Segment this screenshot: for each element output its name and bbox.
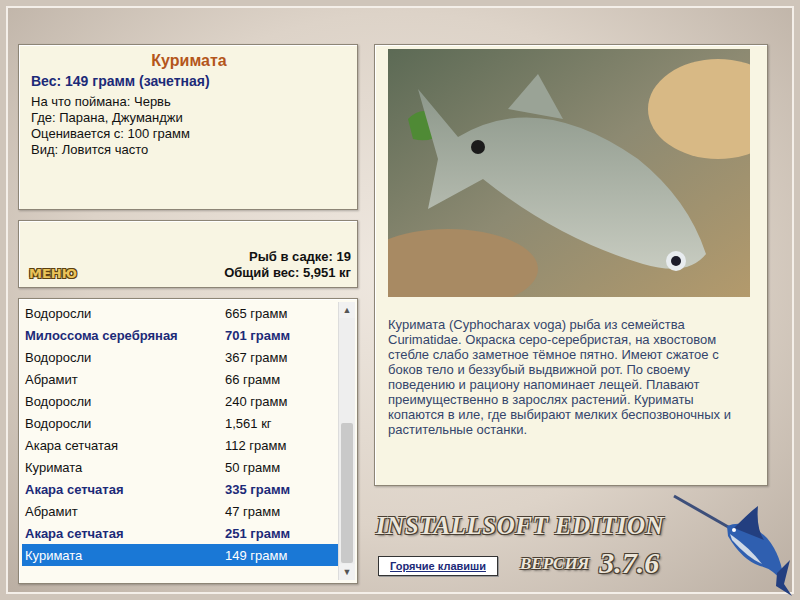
catch-row[interactable]: Абрамит47 грамм xyxy=(22,500,338,522)
catch-weight: 47 грамм xyxy=(225,504,338,519)
catch-name: Водоросли xyxy=(22,350,225,365)
fish-photo xyxy=(388,49,750,297)
catch-row[interactable]: Акара сетчатая112 грамм xyxy=(22,434,338,456)
catch-weight: 50 грамм xyxy=(225,460,338,475)
marlin-icon xyxy=(672,488,792,598)
fish-description: Куримата (Cyphocharax voga) рыба из семе… xyxy=(388,317,753,437)
catch-weight: 1,561 кг xyxy=(225,416,338,431)
fish-photo-icon xyxy=(388,49,750,297)
catch-row[interactable]: Водоросли665 грамм xyxy=(22,302,338,324)
brand-column: INSTALLSOFT EDITION Горячие клавиши ВЕРСИЯ… xyxy=(374,486,672,600)
catch-row[interactable]: Акара сетчатая251 грамм xyxy=(22,522,338,544)
keepnet-panel: МЕНЮ Рыб в садке: 19Общий вес: 5,951 кг xyxy=(18,220,358,288)
catch-weight: 335 грамм xyxy=(225,482,338,497)
right-column: Куримата (Cyphocharax voga) рыба из семе… xyxy=(374,44,768,600)
fish-detail: Вид: Ловится часто xyxy=(31,142,347,158)
fish-detail: Где: Парана, Джуманджи xyxy=(31,110,347,126)
catch-row[interactable]: Куримата149 грамм xyxy=(22,544,338,566)
catch-weight: 665 грамм xyxy=(225,306,338,321)
menu-button[interactable]: МЕНЮ xyxy=(29,266,79,283)
version-row: Горячие клавиши ВЕРСИЯ 3.7.6 xyxy=(374,546,672,580)
catch-weight: 367 грамм xyxy=(225,350,338,365)
hotkeys-button[interactable]: Горячие клавиши xyxy=(378,556,498,576)
fish-weight: Вес: 149 грамм (зачетная) xyxy=(31,71,347,91)
fish-card: КуриматаВес: 149 грамм (зачетная) На что … xyxy=(18,44,358,210)
catch-rows: Водоросли665 граммМилоссома серебряная70… xyxy=(22,302,338,580)
catch-name: Абрамит xyxy=(22,372,225,387)
scroll-track[interactable] xyxy=(339,318,355,564)
catch-name: Водоросли xyxy=(22,394,225,409)
catch-name: Абрамит xyxy=(22,504,225,519)
catch-row[interactable]: Водоросли240 грамм xyxy=(22,390,338,412)
catch-weight: 240 грамм xyxy=(225,394,338,409)
edition-logo: INSTALLSOFT EDITION xyxy=(374,512,672,540)
version-label: ВЕРСИЯ xyxy=(520,554,589,574)
scroll-spacer xyxy=(341,319,353,423)
catch-row[interactable]: Милоссома серебряная701 грамм xyxy=(22,324,338,346)
catch-weight: 701 грамм xyxy=(225,328,338,343)
catch-row[interactable]: Акара сетчатая335 грамм xyxy=(22,478,338,500)
catch-name: Куримата xyxy=(22,460,225,475)
catch-name: Милоссома серебряная xyxy=(22,328,225,343)
catch-weight: 66 грамм xyxy=(225,372,338,387)
scroll-down-button[interactable]: ▼ xyxy=(339,564,355,580)
keepnet-info: Рыб в садке: 19Общий вес: 5,951 кг xyxy=(224,249,351,283)
catch-name: Водоросли xyxy=(22,306,225,321)
catch-row[interactable]: Абрамит66 грамм xyxy=(22,368,338,390)
brand-area: INSTALLSOFT EDITION Горячие клавиши ВЕРСИЯ… xyxy=(374,486,768,600)
catch-name: Акара сетчатая xyxy=(22,482,225,497)
catch-name: Акара сетчатая xyxy=(22,526,225,541)
fish-detail: Оценивается с: 100 грамм xyxy=(31,126,347,142)
catch-row[interactable]: Куримата50 грамм xyxy=(22,456,338,478)
catch-name: Водоросли xyxy=(22,416,225,431)
version-number: 3.7.6 xyxy=(599,546,659,580)
keepnet-count: Рыб в садке: 19 xyxy=(224,249,351,265)
scroll-up-button[interactable]: ▲ xyxy=(339,302,355,318)
catch-name: Куримата xyxy=(22,548,225,563)
catch-row[interactable]: Водоросли1,561 кг xyxy=(22,412,338,434)
fish-detail: На что поймана: Червь xyxy=(31,94,347,110)
left-column: КуриматаВес: 149 грамм (зачетная)На что … xyxy=(18,44,358,600)
catch-weight: 112 грамм xyxy=(225,438,338,453)
fish-title: Куримата xyxy=(31,51,347,71)
catch-weight: 251 грамм xyxy=(225,526,338,541)
scrollbar[interactable]: ▲▼ xyxy=(338,302,355,580)
keepnet-total: Общий вес: 5,951 кг xyxy=(224,265,351,281)
fish-info-panel: Куримата (Cyphocharax voga) рыба из семе… xyxy=(374,44,768,486)
scroll-thumb[interactable] xyxy=(341,423,353,563)
catch-row[interactable]: Водоросли367 грамм xyxy=(22,346,338,368)
catch-name: Акара сетчатая xyxy=(22,438,225,453)
catch-weight: 149 грамм xyxy=(225,548,338,563)
catch-list: Водоросли665 граммМилоссома серебряная70… xyxy=(18,298,358,584)
